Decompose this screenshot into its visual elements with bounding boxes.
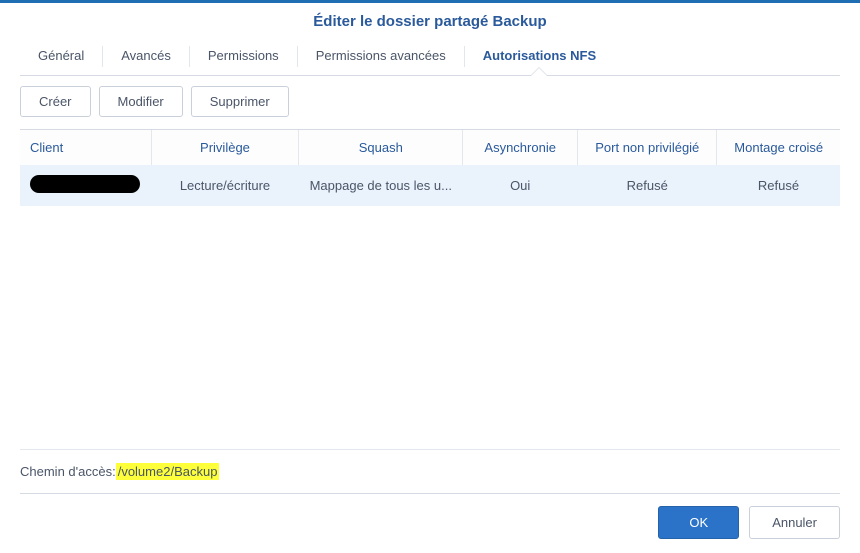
mount-path: Chemin d'accès:/volume2/Backup (0, 450, 860, 487)
ok-button[interactable]: OK (658, 506, 739, 539)
nfs-rules-table-wrap: Client Privilège Squash Asynchronie Port… (20, 129, 840, 450)
tab-permissions[interactable]: Permissions (190, 38, 297, 75)
cell-squash: Mappage de tous les u... (299, 165, 463, 206)
tab-nfs-permissions[interactable]: Autorisations NFS (465, 38, 614, 75)
col-mount[interactable]: Montage croisé (717, 130, 840, 165)
nfs-rules-table: Client Privilège Squash Asynchronie Port… (20, 130, 840, 206)
redacted-client (30, 175, 140, 193)
col-squash[interactable]: Squash (299, 130, 463, 165)
delete-button[interactable]: Supprimer (191, 86, 289, 117)
toolbar: Créer Modifier Supprimer (0, 86, 860, 129)
tab-advanced[interactable]: Avancés (103, 38, 189, 75)
tab-advanced-permissions[interactable]: Permissions avancées (298, 38, 464, 75)
cell-client (20, 165, 151, 206)
cell-mount: Refusé (717, 165, 840, 206)
path-label: Chemin d'accès: (20, 464, 116, 479)
table-header-row: Client Privilège Squash Asynchronie Port… (20, 130, 840, 165)
path-value: /volume2/Backup (116, 463, 220, 480)
modify-button[interactable]: Modifier (99, 86, 183, 117)
edit-shared-folder-dialog: Éditer le dossier partagé Backup Général… (0, 0, 860, 553)
tabs: Général Avancés Permissions Permissions … (20, 38, 840, 76)
cell-privilege: Lecture/écriture (151, 165, 299, 206)
col-client[interactable]: Client (20, 130, 151, 165)
col-async[interactable]: Asynchronie (463, 130, 578, 165)
col-port[interactable]: Port non privilégié (578, 130, 717, 165)
table-row[interactable]: Lecture/écriture Mappage de tous les u..… (20, 165, 840, 206)
cell-port: Refusé (578, 165, 717, 206)
tab-general[interactable]: Général (20, 38, 102, 75)
dialog-title: Éditer le dossier partagé Backup (0, 3, 860, 38)
create-button[interactable]: Créer (20, 86, 91, 117)
cancel-button[interactable]: Annuler (749, 506, 840, 539)
footer-buttons: OK Annuler (0, 494, 860, 553)
cell-async: Oui (463, 165, 578, 206)
col-privilege[interactable]: Privilège (151, 130, 299, 165)
